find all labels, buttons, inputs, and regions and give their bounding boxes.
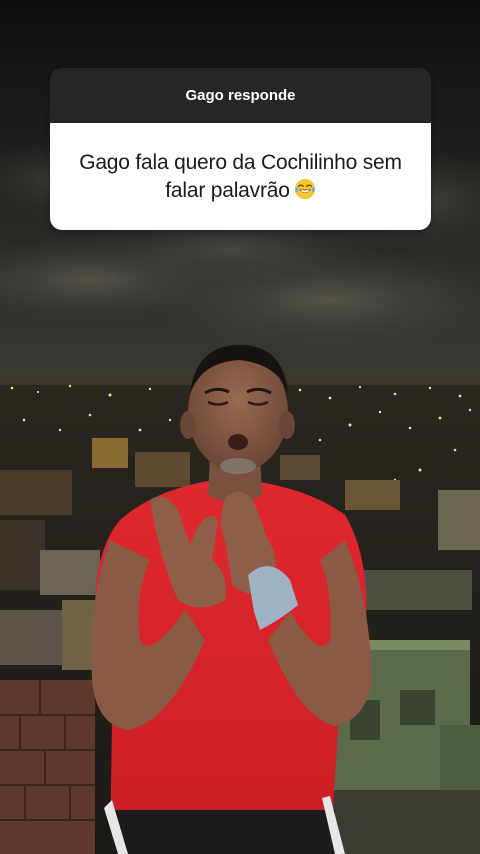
question-text: Gago fala quero da Cochilinho sem falar … (72, 149, 409, 205)
face-with-tears-of-joy-icon (294, 178, 315, 199)
question-sticker-title: Gago responde (185, 87, 296, 104)
question-sticker-body: Gago fala quero da Cochilinho sem falar … (50, 123, 431, 230)
question-sticker-header: Gago responde (50, 68, 431, 123)
question-sticker[interactable]: Gago responde Gago fala quero da Cochili… (50, 68, 431, 230)
story-viewer: Gago responde Gago fala quero da Cochili… (0, 0, 480, 854)
question-text-content: Gago fala quero da Cochilinho sem falar … (79, 150, 402, 202)
